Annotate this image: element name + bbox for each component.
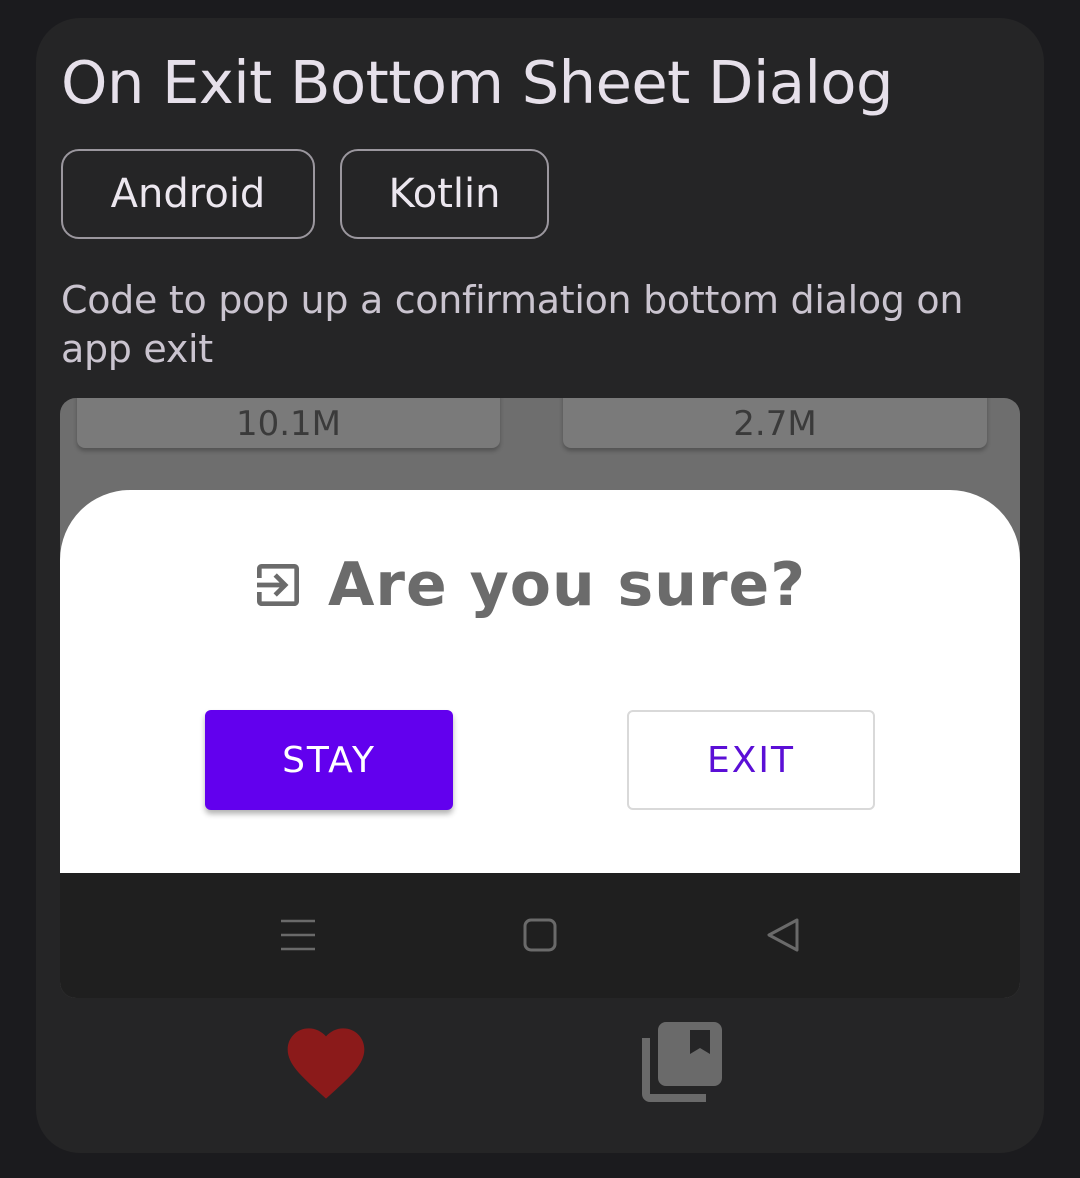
dialog-title: Are you sure? <box>328 550 807 620</box>
dialog-heading: Are you sure? <box>250 550 806 620</box>
card-description: Code to pop up a confirmation bottom dia… <box>61 278 964 371</box>
stat-box-right: 2.7M <box>563 398 987 448</box>
heart-icon[interactable] <box>274 1012 378 1106</box>
stat-box-left: 10.1M <box>77 398 500 448</box>
stat-value-right: 2.7M <box>733 404 817 444</box>
exit-to-app-icon <box>257 564 299 606</box>
tag-kotlin[interactable]: Kotlin <box>340 149 549 239</box>
stat-value-left: 10.1M <box>235 404 342 444</box>
exit-button[interactable]: EXIT <box>627 710 875 810</box>
home-icon[interactable] <box>515 910 565 960</box>
system-nav-bar <box>60 873 1020 998</box>
bookmark-collection-icon[interactable] <box>630 1010 734 1114</box>
preview-screenshot[interactable]: 10.1M 2.7M Are you sure? STAY EXIT <box>60 398 1020 998</box>
menu-icon[interactable] <box>273 910 323 960</box>
tag-android[interactable]: Android <box>61 149 315 239</box>
back-icon[interactable] <box>758 910 808 960</box>
card-title: On Exit Bottom Sheet Dialog <box>61 48 893 117</box>
stay-button[interactable]: STAY <box>205 710 453 810</box>
bottom-sheet-dialog: Are you sure? STAY EXIT <box>60 490 1020 873</box>
snippet-card[interactable]: On Exit Bottom Sheet Dialog Android Kotl… <box>36 18 1044 1153</box>
